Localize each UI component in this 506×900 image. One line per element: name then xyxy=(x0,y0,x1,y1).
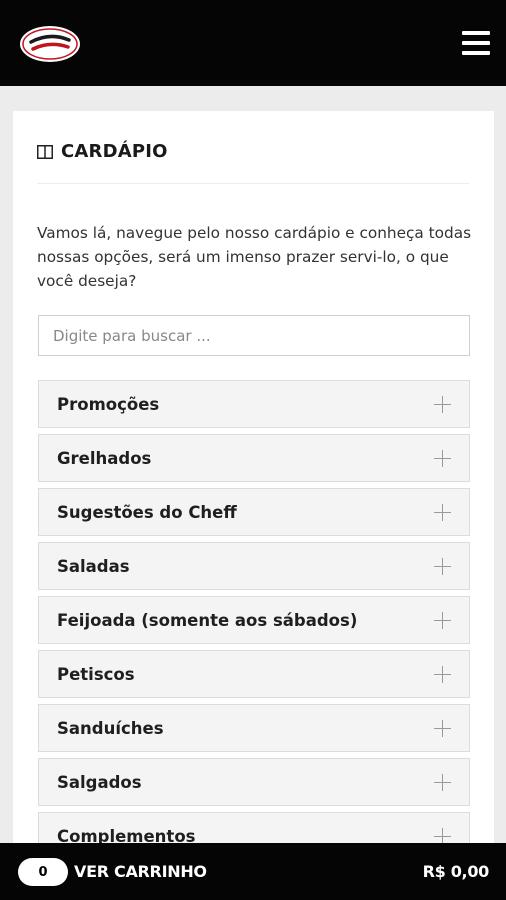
category-label: Sugestões do Cheff xyxy=(57,502,237,522)
plus-icon[interactable] xyxy=(434,557,451,575)
category-label: Salgados xyxy=(57,772,142,792)
menu-heading: CARDÁPIO xyxy=(37,141,168,162)
book-icon xyxy=(37,144,53,159)
intro-text: Vamos lá, navegue pelo nosso cardápio e … xyxy=(37,224,472,290)
search-input[interactable] xyxy=(38,315,470,356)
category-label: Feijoada (somente aos sábados) xyxy=(57,610,358,630)
category-grelhados[interactable]: Grelhados xyxy=(38,434,470,482)
category-feijoada[interactable]: Feijoada (somente aos sábados) xyxy=(38,596,470,644)
category-label: Promoções xyxy=(57,394,160,414)
menu-line xyxy=(462,41,490,45)
view-cart-button[interactable]: VER CARRINHO xyxy=(74,862,207,881)
cart-count-badge: 0 xyxy=(18,858,68,886)
menu-card: CARDÁPIO Vamos lá, navegue pelo nosso ca… xyxy=(13,111,494,871)
cart-bar[interactable]: 0 VER CARRINHO R$ 0,00 xyxy=(0,843,506,900)
category-salgados[interactable]: Salgados xyxy=(38,758,470,806)
top-bar xyxy=(0,0,506,86)
menu-line xyxy=(462,31,490,35)
menu-line xyxy=(462,51,490,55)
plus-icon[interactable] xyxy=(434,719,451,737)
hamburger-menu-icon[interactable] xyxy=(462,31,490,55)
plus-icon[interactable] xyxy=(434,449,451,467)
plus-icon[interactable] xyxy=(434,611,451,629)
plus-icon[interactable] xyxy=(434,665,451,683)
category-label: Sanduíches xyxy=(57,718,164,738)
divider xyxy=(37,183,469,184)
plus-icon[interactable] xyxy=(434,503,451,521)
plus-icon[interactable] xyxy=(434,395,451,413)
plus-icon[interactable] xyxy=(434,827,451,845)
category-petiscos[interactable]: Petiscos xyxy=(38,650,470,698)
category-label: Saladas xyxy=(57,556,130,576)
category-sanduiches[interactable]: Sanduíches xyxy=(38,704,470,752)
page-title: CARDÁPIO xyxy=(61,141,168,162)
category-label: Petiscos xyxy=(57,664,135,684)
category-saladas[interactable]: Saladas xyxy=(38,542,470,590)
plus-icon[interactable] xyxy=(434,773,451,791)
category-promocoes[interactable]: Promoções xyxy=(38,380,470,428)
category-label: Grelhados xyxy=(57,448,152,468)
cart-total: R$ 0,00 xyxy=(422,862,490,881)
restaurant-logo[interactable] xyxy=(19,25,81,63)
category-sugestoes-do-cheff[interactable]: Sugestões do Cheff xyxy=(38,488,470,536)
